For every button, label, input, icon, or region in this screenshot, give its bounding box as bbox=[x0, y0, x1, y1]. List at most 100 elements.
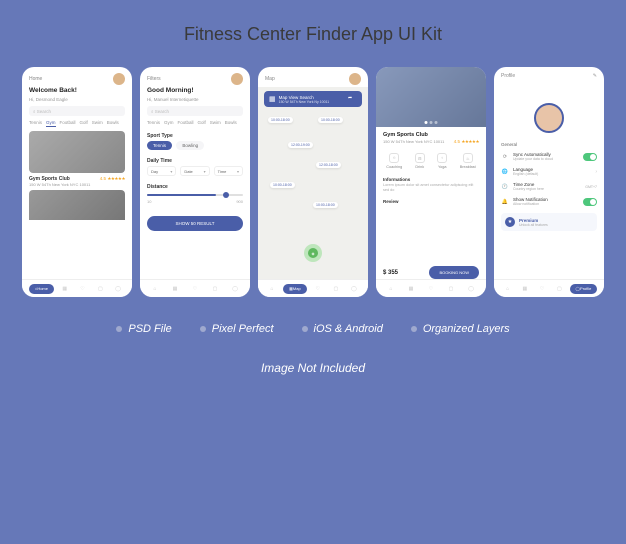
chevron-down-icon: ▾ bbox=[170, 169, 172, 174]
amenity-coaching[interactable]: ☺Coaching bbox=[386, 153, 402, 169]
booking-button[interactable]: BOOKING NOW bbox=[429, 266, 479, 279]
dot[interactable] bbox=[425, 121, 428, 124]
tab-football[interactable]: Football bbox=[178, 120, 194, 125]
nav-map-icon[interactable]: ▦ bbox=[518, 284, 532, 294]
chevron-right-icon: › bbox=[595, 169, 597, 175]
map-view[interactable]: ▦ Map View Search 150 W 54Th New York Ny… bbox=[258, 87, 368, 297]
date-select[interactable]: Date▾ bbox=[180, 166, 209, 176]
day-select[interactable]: Day▾ bbox=[147, 166, 176, 176]
setting-sub: Allow notification bbox=[513, 202, 579, 206]
tab-football[interactable]: Football bbox=[60, 120, 76, 127]
nav-map-icon[interactable]: ▦ bbox=[58, 284, 72, 294]
sync-toggle[interactable] bbox=[583, 153, 597, 161]
nav-bag-icon[interactable]: ▢ bbox=[552, 284, 566, 294]
timezone-value: GMT+7 bbox=[585, 185, 597, 189]
detail-hero-image[interactable] bbox=[376, 67, 486, 127]
card-info: Gym Sports Club 150 W 54Th New York NYC … bbox=[22, 176, 132, 190]
nav-bag-icon[interactable]: ▢ bbox=[208, 284, 222, 294]
map-banner-address: 150 W 54Th New York Ny 10011 bbox=[279, 100, 330, 104]
edit-icon[interactable]: ✎ bbox=[593, 73, 597, 79]
time-chip[interactable]: 10:00-18:00 bbox=[268, 117, 293, 123]
gym-image-2[interactable] bbox=[29, 190, 125, 220]
nav-map-icon[interactable]: ▦ bbox=[404, 284, 418, 294]
time-chip[interactable]: 10:00-18:00 bbox=[313, 202, 338, 208]
language-icon: 🌐 bbox=[501, 168, 509, 176]
time-chip[interactable]: 10:00-18:00 bbox=[270, 182, 295, 188]
time-chip[interactable]: 12:00-18:00 bbox=[316, 162, 341, 168]
disclaimer-note: Image Not Included bbox=[261, 361, 365, 375]
tab-gym[interactable]: Gym bbox=[46, 120, 56, 127]
nav-profile[interactable]: ◯ Profile bbox=[570, 284, 598, 294]
share-icon[interactable]: ➦ bbox=[348, 95, 358, 105]
setting-notification[interactable]: 🔔 Show Notification Allow notification bbox=[494, 194, 604, 209]
avatar[interactable] bbox=[349, 73, 361, 85]
nav-heart-icon[interactable]: ♡ bbox=[188, 284, 202, 294]
dot[interactable] bbox=[430, 121, 433, 124]
tab-gym[interactable]: Gym bbox=[164, 120, 174, 125]
notification-toggle[interactable] bbox=[583, 198, 597, 206]
nav-bag-icon[interactable]: ▢ bbox=[93, 284, 107, 294]
nav-home-icon[interactable]: ⌂ bbox=[148, 284, 162, 294]
time-select[interactable]: Time▾ bbox=[214, 166, 243, 176]
tab-tennis[interactable]: Tennis bbox=[29, 120, 42, 127]
search-input[interactable]: ⌕ Search bbox=[147, 106, 243, 116]
distance-label: Distance bbox=[140, 180, 250, 192]
nav-heart-icon[interactable]: ♡ bbox=[424, 284, 438, 294]
profile-avatar[interactable] bbox=[534, 103, 564, 133]
setting-sub: Update your data to cloud bbox=[513, 157, 579, 161]
slider-thumb[interactable] bbox=[223, 192, 229, 198]
nav-heart-icon[interactable]: ♡ bbox=[311, 284, 325, 294]
premium-card[interactable]: ★ Premium Unlock all features bbox=[501, 213, 597, 231]
tab-swim[interactable]: Swim bbox=[210, 120, 221, 125]
header: Home bbox=[22, 67, 132, 87]
pill-tennis[interactable]: Tennis bbox=[147, 141, 172, 150]
tab-bowls[interactable]: Bowls bbox=[107, 120, 119, 127]
search-input[interactable]: ⌕ Search bbox=[29, 106, 125, 116]
nav-profile-icon[interactable]: ◯ bbox=[111, 284, 125, 294]
setting-sync[interactable]: ⟳ Sync Automatically Update your data to… bbox=[494, 149, 604, 164]
tab-swim[interactable]: Swim bbox=[92, 120, 103, 127]
avatar[interactable] bbox=[113, 73, 125, 85]
nav-profile-icon[interactable]: ◯ bbox=[347, 284, 361, 294]
screen-detail: Gym Sports Club 150 W 54Th New York NYC … bbox=[376, 67, 486, 297]
nav-bag-icon[interactable]: ▢ bbox=[329, 284, 343, 294]
time-chip[interactable]: 12:00-19:00 bbox=[288, 142, 313, 148]
amenity-yoga[interactable]: ♀Yoga bbox=[437, 153, 447, 169]
gym-image[interactable] bbox=[29, 131, 125, 173]
nav-home[interactable]: ⌂ Home bbox=[29, 284, 54, 294]
clock-icon: 🕐 bbox=[501, 183, 509, 191]
search-icon: ⌕ bbox=[33, 109, 36, 114]
location-marker-icon: ◈ bbox=[308, 248, 318, 258]
setting-timezone[interactable]: 🕐 Time Zone Country region here GMT+7 bbox=[494, 179, 604, 194]
time-dropdowns: Day▾ Date▾ Time▾ bbox=[140, 166, 250, 180]
nav-map[interactable]: ▦ Map bbox=[283, 284, 307, 294]
tab-golf[interactable]: Golf bbox=[80, 120, 88, 127]
features-list: PSD File Pixel Perfect iOS & Android Org… bbox=[116, 323, 509, 335]
feature-item: Organized Layers bbox=[411, 323, 510, 335]
tab-golf[interactable]: Golf bbox=[198, 120, 206, 125]
nav-heart-icon[interactable]: ♡ bbox=[535, 284, 549, 294]
nav-map-icon[interactable]: ▦ bbox=[168, 284, 182, 294]
pill-bowling[interactable]: Bowling bbox=[176, 141, 204, 150]
chevron-down-icon: ▾ bbox=[237, 169, 239, 174]
time-chip[interactable]: 10:00-18:00 bbox=[318, 117, 343, 123]
setting-language[interactable]: 🌐 Language English (default) › bbox=[494, 164, 604, 179]
tab-bowls[interactable]: Bowls bbox=[225, 120, 237, 125]
dot[interactable] bbox=[435, 121, 438, 124]
header-label: Profile bbox=[501, 73, 515, 79]
nav-home-icon[interactable]: ⌂ bbox=[265, 284, 279, 294]
nav-profile-icon[interactable]: ◯ bbox=[464, 284, 478, 294]
header: Profile ✎ bbox=[494, 67, 604, 81]
amenity-breakfast[interactable]: ♨Breakfast bbox=[460, 153, 476, 169]
nav-home-icon[interactable]: ⌂ bbox=[384, 284, 398, 294]
tab-tennis[interactable]: Tennis bbox=[147, 120, 160, 125]
amenity-drink[interactable]: ⊟Drink bbox=[415, 153, 425, 169]
show-result-button[interactable]: SHOW 50 RESULT bbox=[147, 216, 243, 231]
search-icon: ⌕ bbox=[151, 109, 154, 114]
nav-bag-icon[interactable]: ▢ bbox=[444, 284, 458, 294]
avatar[interactable] bbox=[231, 73, 243, 85]
distance-slider[interactable]: 10 900 bbox=[140, 192, 250, 210]
nav-home-icon[interactable]: ⌂ bbox=[501, 284, 515, 294]
nav-heart-icon[interactable]: ♡ bbox=[76, 284, 90, 294]
nav-profile-icon[interactable]: ◯ bbox=[228, 284, 242, 294]
